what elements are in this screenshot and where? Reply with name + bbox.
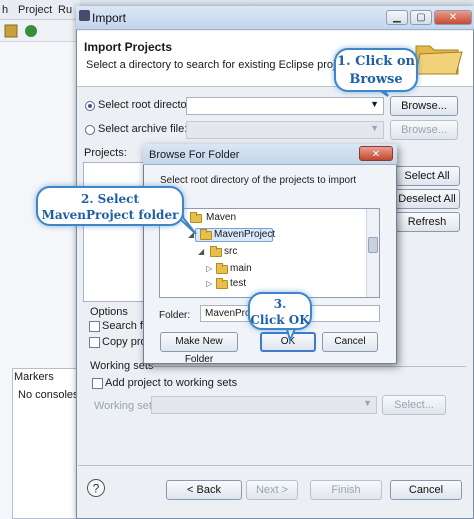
select-all-button[interactable]: Select All [394, 166, 460, 186]
callout-1-line1: 1. Click on [337, 54, 415, 69]
projects-label: Projects: [84, 147, 127, 159]
finish-button[interactable]: Finish [310, 480, 382, 500]
working-sets-combo[interactable]: ▼ [151, 396, 377, 414]
markers-tab[interactable]: Markers [14, 371, 54, 383]
tree-label: main [230, 263, 252, 274]
page-description: Select a directory to search for existin… [86, 59, 359, 71]
folder-icon [216, 278, 228, 289]
search-nested-checkbox[interactable] [89, 321, 100, 332]
eclipse-toolbar [0, 20, 80, 42]
debug-icon[interactable] [4, 24, 18, 38]
callout-click-browse: 1. Click on Browse [334, 48, 418, 92]
tree-scrollbar[interactable] [366, 209, 379, 297]
close-icon: ✕ [371, 149, 381, 160]
callout-2-line1: 2. Select [80, 192, 140, 206]
help-icon: ? [93, 482, 100, 496]
deselect-all-button[interactable]: Deselect All [394, 189, 460, 209]
expand-icon[interactable]: ▷ [206, 277, 212, 291]
scrollbar-thumb[interactable] [368, 237, 378, 253]
archive-radio[interactable] [85, 125, 95, 135]
copy-projects-checkbox[interactable] [89, 337, 100, 348]
menu-item-window[interactable]: h [2, 4, 8, 16]
dropdown-arrow-icon: ▼ [363, 398, 372, 408]
tree-label: MavenProject [214, 229, 276, 240]
tree-label: test [230, 278, 247, 289]
options-group-label: Options [90, 306, 128, 318]
browse-title: Browse For Folder [149, 149, 240, 161]
collapse-icon[interactable]: ◢ [198, 245, 204, 259]
close-button[interactable]: ✕ [434, 10, 472, 25]
tree-label: Maven [206, 212, 237, 223]
maximize-button[interactable]: ▢ [410, 10, 432, 25]
browse-message: Select root directory of the projects to… [160, 175, 357, 186]
root-dir-label: Select root directory: [98, 99, 199, 111]
callout-1-line2: Browse [349, 72, 403, 87]
callout-click-ok: 3. Click OK [248, 292, 312, 330]
refresh-button[interactable]: Refresh [394, 212, 460, 232]
make-new-folder-button[interactable]: Make New Folder [160, 332, 238, 365]
back-button[interactable]: < Back [166, 480, 242, 500]
archive-input[interactable]: ▼ [186, 121, 384, 139]
tree-label: src [224, 246, 238, 257]
expand-icon[interactable]: ▷ [206, 262, 212, 276]
callout-2-line2: MavenProject folder [41, 208, 179, 222]
footer-divider [78, 465, 472, 466]
folder-label: Folder: [159, 310, 191, 321]
select-working-sets-button[interactable]: Select... [382, 395, 446, 415]
cancel-button[interactable]: Cancel [390, 480, 462, 500]
add-working-sets-checkbox[interactable] [92, 378, 103, 389]
page-title: Import Projects [84, 40, 173, 54]
callout-3-line1: 3. [273, 297, 287, 311]
callout-select-mavenproject: 2. Select MavenProject folder [36, 186, 184, 226]
eclipse-app-icon [79, 10, 90, 21]
help-button[interactable]: ? [86, 478, 106, 498]
no-consoles-text: No consoles [18, 389, 79, 401]
callout-3-line2: Click OK [250, 313, 310, 327]
menu-item-project[interactable]: Project [18, 4, 52, 16]
menu-item-run[interactable]: Ru [58, 4, 72, 16]
add-working-sets-label: Add project to working sets [105, 377, 238, 389]
run-icon[interactable] [24, 24, 38, 38]
browse-close-button[interactable]: ✕ [359, 146, 393, 161]
minimize-icon: ▁ [393, 12, 401, 23]
dropdown-arrow-icon: ▼ [370, 99, 379, 109]
browse-archive-button[interactable]: Browse... [390, 120, 458, 140]
minimize-button[interactable]: ▁ [386, 10, 408, 25]
dropdown-arrow-icon: ▼ [370, 123, 379, 133]
maximize-icon: ▢ [416, 12, 426, 23]
browse-cancel-button[interactable]: Cancel [322, 332, 378, 352]
folder-icon [210, 246, 222, 257]
folder-icon [200, 229, 212, 240]
folder-icon [216, 263, 228, 274]
root-dir-radio[interactable] [85, 101, 95, 111]
archive-label: Select archive file: [98, 123, 188, 135]
eclipse-menubar: h Project Ru [0, 0, 80, 20]
close-icon: ✕ [448, 12, 458, 23]
next-button[interactable]: Next > [246, 480, 298, 500]
import-title: Import [92, 11, 127, 25]
